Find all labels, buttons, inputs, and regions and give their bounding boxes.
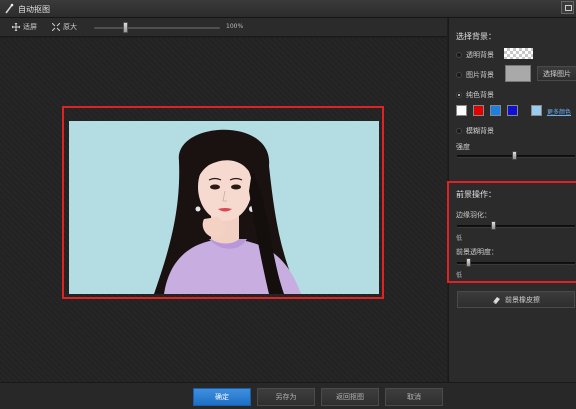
more-colors-link[interactable]: 更多颜色 [547, 107, 571, 116]
blur-bg-radio[interactable] [456, 128, 462, 134]
blur-bg-label: 模糊背景 [466, 127, 494, 135]
feather-slider-track[interactable] [457, 225, 575, 228]
color-swatch-white[interactable] [456, 105, 467, 116]
original-size-label: 原大 [63, 23, 77, 31]
feather-label: 边缘羽化： [456, 211, 491, 219]
window-title: 自动抠图 [18, 5, 50, 14]
foreground-eraser-button[interactable]: 前景橡皮擦 [457, 291, 575, 308]
solid-bg-label: 纯色背景 [466, 91, 494, 99]
image-bg-label: 图片背景 [466, 71, 494, 79]
back-to-cutout-button[interactable]: 返回抠图 [321, 388, 379, 406]
strength-label: 强度 [456, 143, 470, 151]
image-bg-radio[interactable] [456, 72, 462, 78]
opacity-label: 前景透明度： [456, 248, 498, 256]
transparent-bg-label: 透明背景 [466, 51, 494, 59]
title-bar: 自动抠图 [0, 0, 576, 18]
restore-button[interactable] [561, 1, 574, 14]
transparent-bg-radio[interactable] [456, 52, 462, 58]
opacity-value: 低 [456, 272, 463, 279]
save-as-button[interactable]: 另存为 [257, 388, 315, 406]
fit-screen-button[interactable]: 适屏 [12, 22, 37, 32]
foreground-section-title: 前景操作： [456, 190, 496, 199]
choose-image-button[interactable]: 选择图片 [537, 66, 576, 81]
background-section-title: 选择背景： [456, 32, 496, 41]
eraser-icon [493, 296, 500, 304]
opacity-slider-track[interactable] [457, 262, 575, 265]
cancel-button[interactable]: 取消 [385, 388, 443, 406]
expand-icon [52, 23, 60, 31]
confirm-button[interactable]: 确定 [193, 388, 251, 406]
color-swatch-blue[interactable] [490, 105, 501, 116]
transparent-swatch [504, 48, 533, 59]
portrait-image [69, 121, 379, 294]
zoom-toolbar: 适屏 原大 100% [0, 18, 447, 37]
fit-screen-label: 适屏 [23, 23, 37, 31]
strength-slider-thumb[interactable] [512, 151, 517, 160]
fit-screen-icon [12, 23, 20, 31]
opacity-slider-thumb[interactable] [466, 258, 471, 267]
settings-panel: 选择背景： 透明背景 图片背景 选择图片 纯色背景 更多颜色 模糊背景 强度 前… [447, 18, 576, 382]
wand-icon [5, 3, 14, 14]
zoom-slider-track[interactable] [94, 27, 220, 29]
original-size-button[interactable]: 原大 [52, 22, 77, 32]
preview-photo [69, 121, 379, 294]
feather-slider-thumb[interactable] [491, 221, 496, 230]
eraser-label: 前景橡皮擦 [505, 295, 540, 304]
zoom-percentage: 100% [226, 23, 244, 30]
feather-value: 低 [456, 235, 463, 242]
image-bg-swatch [505, 65, 531, 82]
color-swatch-red[interactable] [473, 105, 484, 116]
color-swatch-dark-blue[interactable] [507, 105, 518, 116]
zoom-slider-thumb[interactable] [123, 22, 128, 33]
color-swatch-light-blue[interactable] [531, 105, 542, 116]
solid-bg-radio[interactable] [456, 92, 462, 98]
